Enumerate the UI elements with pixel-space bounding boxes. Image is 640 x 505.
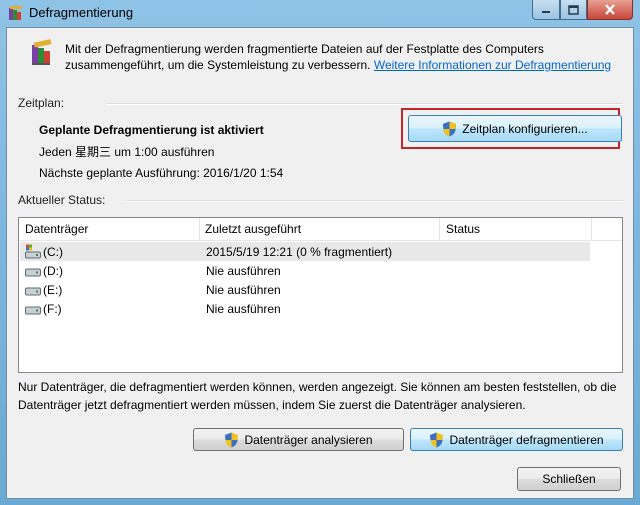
close-button-label: Schließen <box>542 472 596 486</box>
column-separator[interactable] <box>199 218 200 240</box>
window-title: Defragmentierung <box>29 5 134 20</box>
maximize-button[interactable] <box>560 0 587 20</box>
status-divider <box>127 200 623 202</box>
drive-name: (C:) <box>43 245 63 259</box>
close-window-button[interactable] <box>587 0 633 20</box>
schedule-status: Geplante Defragmentierung ist aktiviert <box>39 123 264 137</box>
close-button[interactable]: Schließen <box>517 467 621 491</box>
drive-icon <box>25 287 41 296</box>
drive-list-header: Datenträger Zuletzt ausgeführt Status <box>19 218 622 241</box>
schedule-divider <box>107 103 623 105</box>
next-run: Nächste geplante Ausführung: 2016/1/20 1… <box>39 166 284 180</box>
close-icon <box>605 4 615 15</box>
drive-row[interactable]: (E:) Nie ausführen <box>20 280 590 299</box>
drive-last-run: Nie ausführen <box>206 302 281 316</box>
maximize-icon <box>568 4 579 15</box>
column-header-drive[interactable]: Datenträger <box>25 222 88 236</box>
uac-shield-icon <box>430 432 444 447</box>
configure-schedule-button[interactable]: Zeitplan konfigurieren... <box>408 115 622 142</box>
drive-last-run: Nie ausführen <box>206 264 281 278</box>
dialog-body: Mit der Defragmentierung werden fragment… <box>6 27 634 499</box>
defrag-app-icon <box>9 6 22 20</box>
intro-paragraph: Mit der Defragmentierung werden fragment… <box>65 41 625 73</box>
configure-schedule-label: Zeitplan konfigurieren... <box>462 121 588 136</box>
drive-name: (E:) <box>43 283 63 297</box>
defragment-drive-label: Datenträger defragmentieren <box>449 432 604 447</box>
drive-icon <box>25 268 41 277</box>
drive-name: (F:) <box>43 302 62 316</box>
column-header-last-run[interactable]: Zuletzt ausgeführt <box>205 222 301 236</box>
drive-last-run: Nie ausführen <box>206 283 281 297</box>
title-bar[interactable]: Defragmentierung <box>0 0 640 26</box>
uac-shield-icon <box>225 432 239 447</box>
analyze-drive-label: Datenträger analysieren <box>244 432 373 447</box>
more-info-link[interactable]: Weitere Informationen zur Defragmentieru… <box>374 58 611 72</box>
defragment-drive-button[interactable]: Datenträger defragmentieren <box>410 428 623 451</box>
column-separator[interactable] <box>591 218 592 240</box>
drive-row[interactable]: (C:) 2015/5/19 12:21 (0 % fragmentiert) <box>20 242 590 261</box>
drive-name: (D:) <box>43 264 63 278</box>
drive-row[interactable]: (D:) Nie ausführen <box>20 261 590 280</box>
minimize-icon <box>542 10 550 13</box>
schedule-frequency: Jeden 星期三 um 1:00 ausführen <box>39 145 215 159</box>
analyze-drive-button[interactable]: Datenträger analysieren <box>193 428 404 451</box>
drive-row[interactable]: (F:) Nie ausführen <box>20 299 590 318</box>
uac-shield-icon <box>443 121 457 136</box>
system-drive-icon <box>25 244 41 259</box>
drive-last-run: 2015/5/19 12:21 (0 % fragmentiert) <box>206 245 393 259</box>
column-separator[interactable] <box>439 218 440 240</box>
schedule-section-label: Zeitplan: <box>18 96 65 110</box>
defrag-logo-icon <box>32 39 52 65</box>
status-section-label: Aktueller Status: <box>18 193 106 207</box>
column-header-status[interactable]: Status <box>446 222 480 236</box>
defrag-window: Defragmentierung Mit der Defragmentierun… <box>0 0 640 505</box>
drive-icon <box>25 306 41 315</box>
minimize-button[interactable] <box>532 0 560 20</box>
info-footnote: Nur Datenträger, die defragmentiert werd… <box>18 380 617 412</box>
drive-list[interactable]: Datenträger Zuletzt ausgeführt Status (C… <box>18 217 623 373</box>
